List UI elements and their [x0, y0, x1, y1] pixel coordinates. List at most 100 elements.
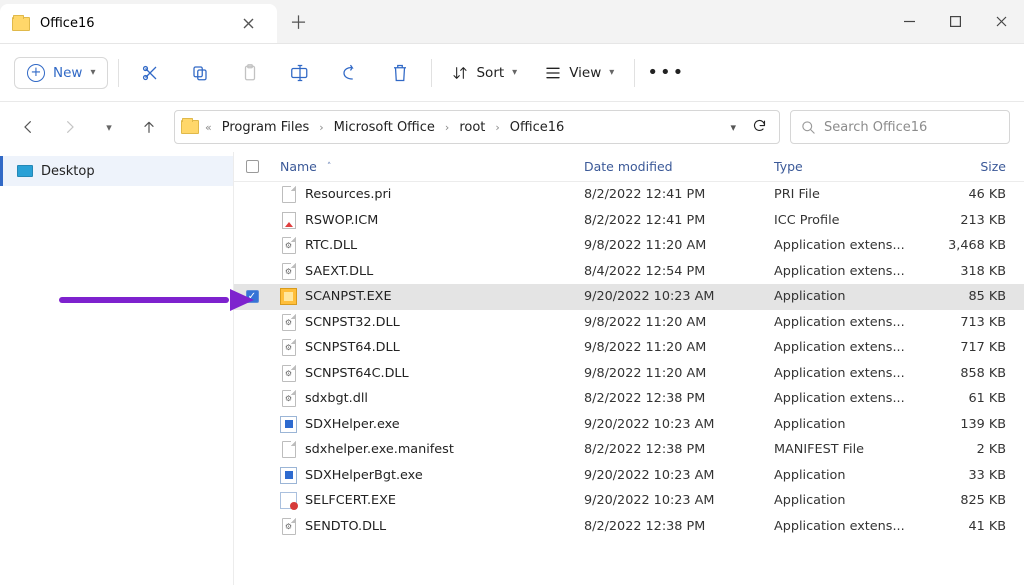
file-icon	[280, 287, 297, 307]
tab-active[interactable]: Office16	[0, 4, 277, 43]
up-button[interactable]	[134, 109, 164, 145]
breadcrumb-segment[interactable]: Program Files	[218, 118, 314, 137]
file-name: SCNPST64.DLL	[305, 340, 400, 355]
minimize-button[interactable]	[886, 0, 932, 43]
breadcrumb-segment[interactable]: Office16	[506, 118, 569, 137]
maximize-button[interactable]	[932, 0, 978, 43]
file-type: Application	[774, 468, 934, 483]
file-row[interactable]: RSWOP.ICM8/2/2022 12:41 PMICC Profile213…	[234, 208, 1024, 234]
plus-circle-icon: +	[27, 64, 45, 82]
file-date: 8/2/2022 12:41 PM	[584, 213, 774, 228]
file-row[interactable]: ⚙sdxbgt.dll8/2/2022 12:38 PMApplication …	[234, 386, 1024, 412]
row-checkbox[interactable]: ✓	[234, 290, 270, 303]
file-type: Application extens...	[774, 340, 934, 355]
refresh-button[interactable]	[748, 118, 771, 137]
recent-dropdown[interactable]: ▾	[94, 109, 124, 145]
view-dropdown[interactable]: View ▾	[535, 59, 624, 87]
file-name: Resources.pri	[305, 187, 391, 202]
column-header-name[interactable]: Name˄	[270, 159, 584, 174]
file-icon	[280, 491, 297, 511]
file-name: SCANPST.EXE	[305, 289, 392, 304]
address-history-dropdown[interactable]: ▾	[724, 121, 742, 134]
file-date: 9/20/2022 10:23 AM	[584, 493, 774, 508]
file-type: Application	[774, 289, 934, 304]
copy-button[interactable]	[179, 53, 221, 93]
file-type: ICC Profile	[774, 213, 934, 228]
chevron-right-icon: ›	[319, 121, 323, 134]
file-name: SAEXT.DLL	[305, 264, 373, 279]
file-size: 717 KB	[934, 340, 1024, 355]
arrow-right-icon	[61, 119, 77, 135]
sidebar: Desktop	[0, 152, 234, 585]
close-icon	[996, 16, 1007, 27]
folder-icon	[181, 120, 199, 134]
file-row[interactable]: ⚙SENDTO.DLL8/2/2022 12:38 PMApplication …	[234, 514, 1024, 540]
paste-button[interactable]	[229, 53, 271, 93]
breadcrumb-segment[interactable]: Microsoft Office	[330, 118, 439, 137]
file-size: 85 KB	[934, 289, 1024, 304]
file-name-cell: SELFCERT.EXE	[270, 491, 584, 511]
file-icon: ⚙	[280, 516, 297, 536]
more-button[interactable]: •••	[645, 53, 687, 93]
file-type: Application extens...	[774, 238, 934, 253]
address-bar[interactable]: « Program Files › Microsoft Office › roo…	[174, 110, 780, 144]
forward-button[interactable]	[54, 109, 84, 145]
file-name-cell: SDXHelper.exe	[270, 414, 584, 434]
search-icon	[801, 120, 816, 135]
file-date: 8/2/2022 12:41 PM	[584, 187, 774, 202]
delete-button[interactable]	[379, 53, 421, 93]
file-icon: ⚙	[280, 261, 297, 281]
file-row[interactable]: Resources.pri8/2/2022 12:41 PMPRI File46…	[234, 182, 1024, 208]
column-header-size[interactable]: Size	[934, 159, 1024, 174]
close-window-button[interactable]	[978, 0, 1024, 43]
new-button[interactable]: + New ▾	[14, 57, 108, 89]
file-row[interactable]: SELFCERT.EXE9/20/2022 10:23 AMApplicatio…	[234, 488, 1024, 514]
file-date: 8/2/2022 12:38 PM	[584, 391, 774, 406]
file-row[interactable]: ✓ SCANPST.EXE 9/20/2022 10:23 AMApplicatio…	[234, 284, 1024, 310]
file-date: 9/20/2022 10:23 AM	[584, 417, 774, 432]
close-tab-button[interactable]	[235, 18, 263, 29]
file-row[interactable]: ⚙RTC.DLL9/8/2022 11:20 AMApplication ext…	[234, 233, 1024, 259]
back-button[interactable]	[14, 109, 44, 145]
file-size: 858 KB	[934, 366, 1024, 381]
file-name-cell: sdxhelper.exe.manifest	[270, 440, 584, 460]
rename-icon	[290, 64, 310, 82]
breadcrumb-segment[interactable]: root	[455, 118, 489, 137]
file-icon	[280, 185, 297, 205]
new-tab-button[interactable]: ＋	[277, 0, 321, 43]
arrow-up-icon	[141, 119, 157, 135]
file-size: 139 KB	[934, 417, 1024, 432]
file-size: 825 KB	[934, 493, 1024, 508]
file-row[interactable]: ⚙SCNPST32.DLL9/8/2022 11:20 AMApplicatio…	[234, 310, 1024, 336]
file-name-cell: RSWOP.ICM	[270, 210, 584, 230]
share-button[interactable]	[329, 53, 371, 93]
file-row[interactable]: SDXHelper.exe9/20/2022 10:23 AMApplicati…	[234, 412, 1024, 438]
file-icon: ⚙	[280, 338, 297, 358]
sort-label: Sort	[476, 65, 504, 81]
column-header-type[interactable]: Type	[774, 159, 934, 174]
sort-dropdown[interactable]: Sort ▾	[442, 59, 527, 87]
breadcrumb-prefix: «	[205, 121, 212, 134]
file-size: 213 KB	[934, 213, 1024, 228]
file-row[interactable]: SDXHelperBgt.exe9/20/2022 10:23 AMApplic…	[234, 463, 1024, 489]
search-input[interactable]: Search Office16	[790, 110, 1010, 144]
file-name-cell: ⚙SCNPST32.DLL	[270, 312, 584, 332]
rename-button[interactable]	[279, 53, 321, 93]
file-name: SCNPST32.DLL	[305, 315, 400, 330]
file-date: 9/20/2022 10:23 AM	[584, 289, 774, 304]
column-header-date[interactable]: Date modified	[584, 159, 774, 174]
chevron-down-icon: ▾	[512, 67, 517, 78]
sidebar-item-desktop[interactable]: Desktop	[0, 156, 233, 186]
scissors-icon	[141, 64, 159, 82]
select-all-checkbox[interactable]	[234, 160, 270, 173]
file-row[interactable]: sdxhelper.exe.manifest8/2/2022 12:38 PMM…	[234, 437, 1024, 463]
cut-button[interactable]	[129, 53, 171, 93]
file-row[interactable]: ⚙SCNPST64C.DLL9/8/2022 11:20 AMApplicati…	[234, 361, 1024, 387]
navigation-row: ▾ « Program Files › Microsoft Office › r…	[0, 102, 1024, 152]
file-row[interactable]: ⚙SAEXT.DLL8/4/2022 12:54 PMApplication e…	[234, 259, 1024, 285]
column-headers: Name˄ Date modified Type Size	[234, 152, 1024, 182]
file-type: Application extens...	[774, 366, 934, 381]
file-row[interactable]: ⚙SCNPST64.DLL9/8/2022 11:20 AMApplicatio…	[234, 335, 1024, 361]
chevron-down-icon: ▾	[106, 121, 112, 134]
toolbar-separator	[431, 59, 432, 87]
